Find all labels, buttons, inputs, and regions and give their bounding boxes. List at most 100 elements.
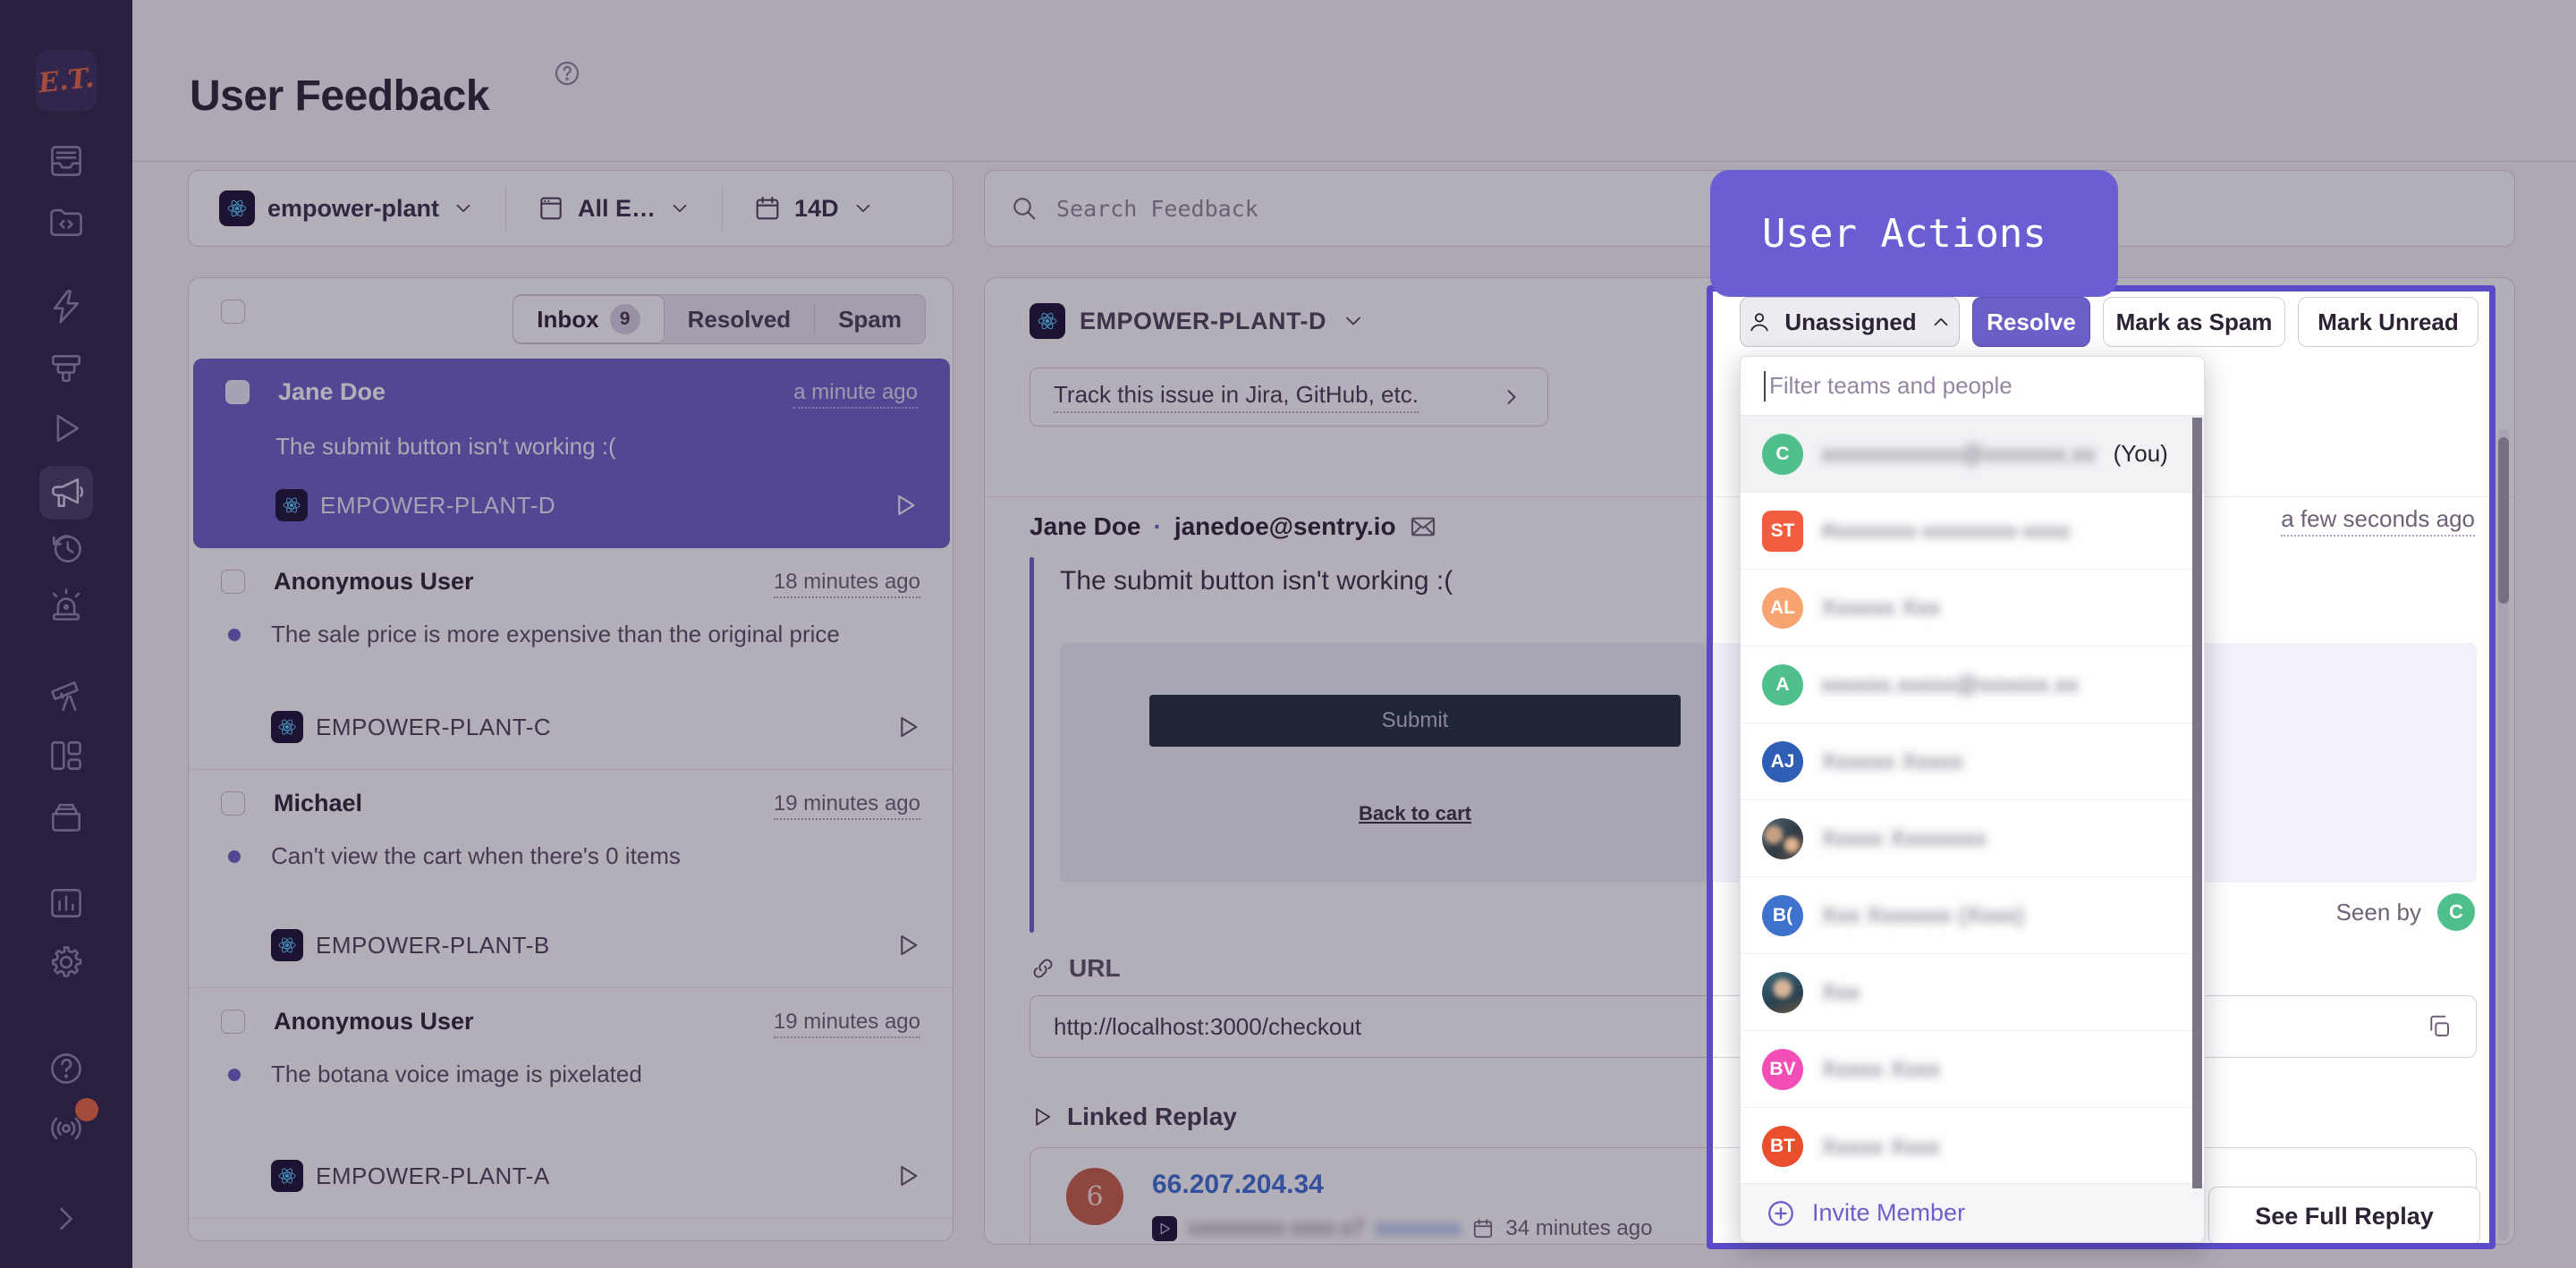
detail-project-crumb[interactable]: EMPOWER-PLANT-D bbox=[1030, 303, 1366, 339]
assignee-option[interactable]: AJ Xxxxxx Xxxxx bbox=[1741, 723, 2204, 800]
assignee-name: Xxxxx Xxxx bbox=[1821, 1055, 1940, 1083]
sidebar-item-performance[interactable] bbox=[47, 287, 86, 326]
feedback-time: 19 minutes ago bbox=[774, 791, 920, 820]
replay-ip-link[interactable]: 66.207.204.34 bbox=[1152, 1170, 1324, 1200]
you-suffix: (You) bbox=[2114, 440, 2168, 468]
feedback-project-id: EMPOWER-PLANT-C bbox=[316, 714, 551, 741]
linked-replay-heading[interactable]: Linked Replay bbox=[1030, 1103, 1237, 1131]
replay-time: 34 minutes ago bbox=[1505, 1216, 1652, 1241]
url-value: http://localhost:3000/checkout bbox=[1054, 1013, 1361, 1041]
sidebar-item-dashboards[interactable] bbox=[47, 736, 86, 775]
copy-icon[interactable] bbox=[2426, 1013, 2453, 1040]
replay-play-icon[interactable] bbox=[891, 491, 919, 520]
item-checkbox[interactable] bbox=[221, 570, 245, 594]
sidebar-item-alerts[interactable] bbox=[47, 585, 86, 624]
assignee-option[interactable]: ST#xxxxxxx-xxxxxxxx-xxxx bbox=[1741, 493, 2204, 570]
tab-inbox[interactable]: Inbox 9 bbox=[513, 295, 664, 343]
page-title: User Feedback bbox=[190, 72, 489, 121]
resolve-button[interactable]: Resolve bbox=[1972, 297, 2090, 347]
environment-filter[interactable]: All E… bbox=[506, 185, 722, 232]
item-checkbox[interactable] bbox=[225, 380, 250, 404]
select-all-checkbox[interactable] bbox=[221, 300, 245, 324]
replay-play-icon[interactable] bbox=[894, 931, 922, 959]
sidebar-item-projects[interactable] bbox=[47, 202, 86, 241]
assignee-name: Xxxxxx Xxxxx bbox=[1821, 748, 1963, 775]
play-outline-icon bbox=[1030, 1104, 1055, 1129]
sidebar-item-profiling[interactable] bbox=[47, 350, 86, 389]
avatar: BT bbox=[1762, 1126, 1803, 1167]
seen-by-label: Seen by bbox=[2336, 899, 2421, 926]
sidebar-item-settings[interactable] bbox=[47, 943, 86, 982]
detail-scrollbar[interactable] bbox=[2498, 428, 2509, 1240]
feedback-list-item[interactable]: Jane Doe a minute ago The submit button … bbox=[193, 359, 950, 548]
chevron-up-icon bbox=[1929, 310, 1953, 334]
assignee-option[interactable]: Xxxxx Xxxxxxxx bbox=[1741, 800, 2204, 877]
project-filter[interactable]: empower-plant bbox=[189, 185, 505, 232]
stats-chart-icon bbox=[47, 883, 86, 923]
feedback-list-item[interactable]: Anonymous User 19 minutes ago The botana… bbox=[189, 988, 953, 1219]
assignee-option[interactable]: BTXxxxx Xxxx bbox=[1741, 1108, 2204, 1185]
mail-icon[interactable] bbox=[1409, 512, 1437, 541]
replay-play-icon[interactable] bbox=[894, 713, 922, 741]
sender-row: Jane Doe · janedoe@sentry.io bbox=[1030, 512, 1437, 541]
calendar-icon bbox=[753, 194, 782, 223]
assignee-option[interactable]: Xxx bbox=[1741, 954, 2204, 1031]
dropdown-scrollbar[interactable] bbox=[2192, 418, 2202, 1197]
assignee-filter-placeholder: Filter teams and people bbox=[1769, 372, 2012, 400]
track-issue-button[interactable]: Track this issue in Jira, GitHub, etc. bbox=[1030, 368, 1548, 427]
avatar-photo bbox=[1762, 818, 1803, 859]
feedback-list-item[interactable] bbox=[189, 1219, 953, 1241]
mark-as-spam-button[interactable]: Mark as Spam bbox=[2103, 297, 2285, 347]
feedback-project-id: EMPOWER-PLANT-D bbox=[320, 492, 555, 520]
title-help-icon[interactable] bbox=[553, 59, 581, 88]
sidebar-item-crons[interactable] bbox=[47, 528, 86, 568]
message-timestamp[interactable]: a few seconds ago bbox=[2281, 505, 2475, 537]
sidebar-item-stats[interactable] bbox=[47, 883, 86, 923]
invite-member-button[interactable]: Invite Member bbox=[1741, 1183, 2204, 1242]
assignee-option[interactable]: B(Xxx Xxxxxxx (Xxxx) bbox=[1741, 877, 2204, 954]
notification-dot bbox=[75, 1098, 98, 1121]
assignee-option[interactable]: Axxxxxx.xxxxx@xxxxxx.xx bbox=[1741, 647, 2204, 723]
feedback-list-item[interactable]: Anonymous User 18 minutes ago The sale p… bbox=[189, 548, 953, 770]
avatar: A bbox=[1762, 664, 1803, 706]
org-logo[interactable]: E.T. bbox=[36, 50, 97, 111]
help-icon bbox=[47, 1049, 86, 1088]
assignee-option[interactable]: BVXxxxx Xxxx bbox=[1741, 1031, 2204, 1108]
feedback-time: 18 minutes ago bbox=[774, 570, 920, 598]
sidebar-item-feedback[interactable] bbox=[39, 466, 93, 520]
feedback-list-item[interactable]: Michael 19 minutes ago Can't view the ca… bbox=[189, 770, 953, 988]
seen-by-avatar: C bbox=[2437, 893, 2475, 931]
item-checkbox[interactable] bbox=[221, 1010, 245, 1034]
scrollbar-thumb[interactable] bbox=[2498, 437, 2509, 604]
react-project-icon bbox=[271, 1160, 303, 1192]
sidebar-item-help[interactable] bbox=[47, 1049, 86, 1088]
assignee-name: Xxxxxx Xxx bbox=[1821, 594, 1940, 621]
item-checkbox[interactable] bbox=[221, 791, 245, 816]
sidebar-item-discover[interactable] bbox=[47, 676, 86, 715]
feedback-sender: Michael bbox=[274, 790, 362, 817]
sidebar-item-replays[interactable] bbox=[47, 409, 86, 448]
assignee-dropdown-button[interactable]: Unassigned bbox=[1740, 297, 1960, 347]
sidebar-collapse[interactable] bbox=[47, 1199, 86, 1238]
feedback-message: Can't view the cart when there's 0 items bbox=[271, 838, 852, 874]
date-range-filter[interactable]: 14D bbox=[723, 185, 905, 232]
react-project-icon bbox=[271, 711, 303, 743]
assignee-option[interactable]: Cxxxxxxxxxxxx@xxxxxxx.xx(You) bbox=[1741, 416, 2204, 493]
item-checkbox[interactable] bbox=[221, 1240, 245, 1241]
assignee-name: #xxxxxxx-xxxxxxxx-xxxx bbox=[1821, 517, 2071, 545]
mark-unread-button[interactable]: Mark Unread bbox=[2298, 297, 2479, 347]
scrollbar-thumb[interactable] bbox=[2192, 418, 2202, 1188]
see-full-replay-button[interactable]: See Full Replay bbox=[2208, 1187, 2480, 1245]
sidebar-item-issues[interactable] bbox=[47, 141, 86, 181]
avatar: AJ bbox=[1762, 741, 1803, 782]
tab-spam[interactable]: Spam bbox=[815, 295, 925, 343]
assignee-filter-input[interactable]: Filter teams and people bbox=[1741, 357, 2204, 416]
tab-resolved[interactable]: Resolved bbox=[665, 295, 815, 343]
sidebar-item-releases[interactable] bbox=[47, 797, 86, 836]
feedback-project-id: EMPOWER-PLANT-B bbox=[316, 932, 550, 959]
link-icon bbox=[1030, 955, 1056, 982]
feedback-project: EMPOWER-PLANT-A bbox=[271, 1160, 550, 1192]
replay-play-icon[interactable] bbox=[894, 1162, 922, 1190]
assignee-option[interactable]: ALXxxxxx Xxx bbox=[1741, 570, 2204, 647]
search-icon bbox=[1010, 194, 1038, 223]
